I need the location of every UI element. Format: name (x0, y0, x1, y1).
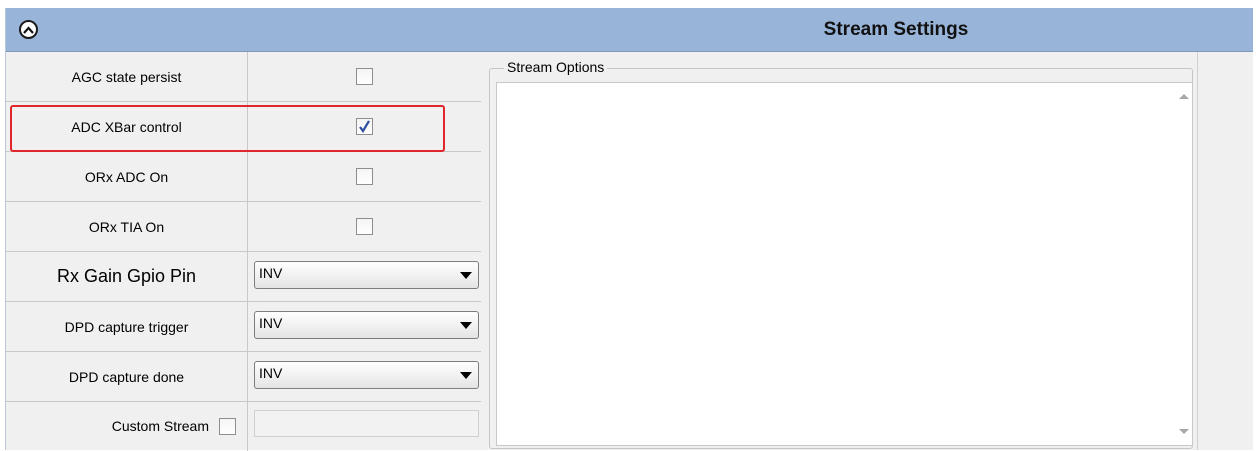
adc-xbar-control-cell (248, 102, 481, 151)
scroll-up-icon[interactable] (1179, 94, 1189, 99)
custom-stream-label-cell: Custom Stream (6, 402, 248, 451)
panel-header: Stream Settings (6, 8, 1253, 52)
orx-adc-on-cell (248, 152, 481, 201)
scroll-down-icon[interactable] (1179, 429, 1189, 434)
row-adc-xbar-control: ADC XBar control (6, 102, 481, 152)
orx-tia-on-checkbox[interactable] (356, 218, 373, 235)
custom-stream-checkbox[interactable] (219, 418, 236, 435)
chevron-down-icon (460, 372, 472, 379)
row-dpd-capture-done: DPD capture done INV (6, 352, 481, 402)
rx-gain-gpio-pin-label: Rx Gain Gpio Pin (6, 252, 248, 301)
orx-tia-on-label: ORx TIA On (6, 202, 248, 251)
panel-title: Stream Settings (823, 19, 969, 40)
dpd-capture-trigger-label: DPD capture trigger (6, 302, 248, 351)
custom-stream-input[interactable] (254, 410, 479, 437)
dpd-capture-done-value: INV (259, 365, 283, 381)
custom-stream-label: Custom Stream (111, 418, 209, 434)
row-rx-gain-gpio-pin: Rx Gain Gpio Pin INV (6, 252, 481, 302)
checkmark-icon (359, 120, 370, 133)
dpd-capture-trigger-value: INV (259, 315, 283, 331)
dpd-capture-trigger-dropdown[interactable]: INV (254, 311, 479, 339)
stream-options-textarea[interactable] (496, 82, 1193, 446)
dpd-capture-done-cell: INV (248, 352, 481, 401)
settings-grid: AGC state persist ADC XBar control ORx A… (6, 52, 481, 451)
orx-tia-on-cell (248, 202, 481, 251)
agc-state-persist-checkbox[interactable] (356, 68, 373, 85)
chevron-up-circle-icon[interactable] (19, 20, 38, 39)
stream-options-title: Stream Options (504, 59, 608, 75)
dpd-capture-trigger-cell: INV (248, 302, 481, 351)
agc-state-persist-cell (248, 52, 481, 101)
row-agc-state-persist: AGC state persist (6, 52, 481, 102)
row-custom-stream: Custom Stream (6, 402, 481, 451)
agc-state-persist-label: AGC state persist (6, 52, 248, 101)
orx-adc-on-checkbox[interactable] (356, 168, 373, 185)
orx-adc-on-label: ORx ADC On (6, 152, 248, 201)
row-dpd-capture-trigger: DPD capture trigger INV (6, 302, 481, 352)
row-orx-adc-on: ORx ADC On (6, 152, 481, 202)
rx-gain-gpio-pin-cell: INV (248, 252, 481, 301)
right-divider (1197, 52, 1198, 450)
dpd-capture-done-dropdown[interactable]: INV (254, 361, 479, 389)
chevron-down-icon (460, 272, 472, 279)
stream-settings-panel: Stream Settings AGC state persist ADC XB… (5, 8, 1253, 451)
adc-xbar-control-label: ADC XBar control (6, 102, 248, 151)
dpd-capture-done-label: DPD capture done (6, 352, 248, 401)
vertical-scrollbar[interactable] (1175, 83, 1192, 445)
panel-body: AGC state persist ADC XBar control ORx A… (6, 52, 1253, 451)
adc-xbar-control-checkbox[interactable] (356, 118, 373, 135)
chevron-down-icon (460, 322, 472, 329)
custom-stream-cell (248, 402, 481, 451)
rx-gain-gpio-pin-dropdown[interactable]: INV (254, 261, 479, 289)
row-orx-tia-on: ORx TIA On (6, 202, 481, 252)
rx-gain-gpio-pin-value: INV (259, 265, 283, 281)
